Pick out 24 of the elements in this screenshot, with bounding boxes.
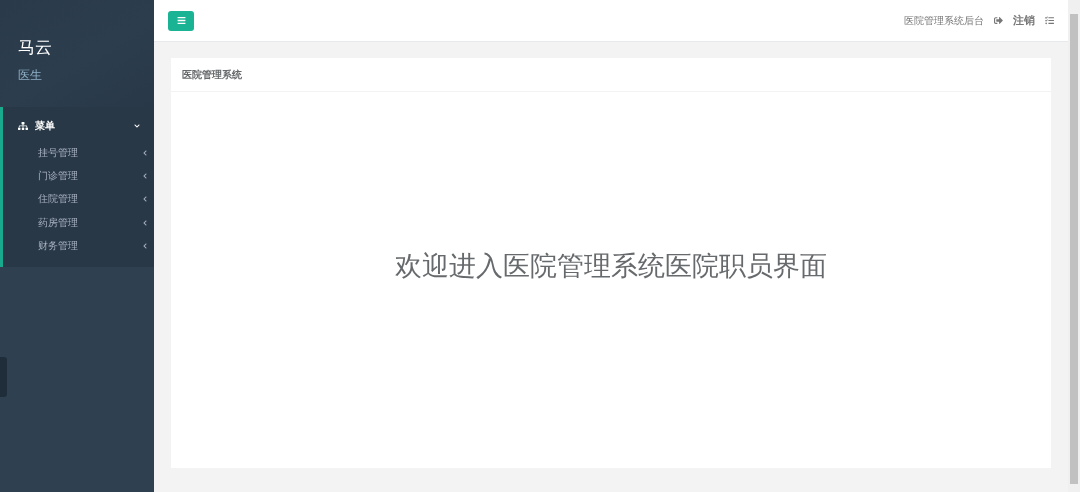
user-role: 医生 bbox=[18, 67, 43, 84]
chevron-left-icon bbox=[142, 196, 148, 203]
tasks-icon[interactable] bbox=[1045, 16, 1054, 25]
menu-header[interactable]: 菜单 bbox=[3, 115, 154, 141]
menu-item[interactable]: 住院管理 bbox=[3, 187, 154, 211]
system-link[interactable]: 医院管理系统后台 bbox=[904, 13, 984, 28]
chevron-left-icon bbox=[142, 149, 148, 156]
logout-link[interactable]: 注销 bbox=[1013, 13, 1035, 28]
chevron-down-icon bbox=[134, 123, 140, 129]
welcome-text: 欢迎进入医院管理系统医院职员界面 bbox=[395, 249, 827, 283]
chevron-left-icon bbox=[142, 172, 148, 179]
sign-out-icon bbox=[994, 16, 1003, 25]
sitemap-icon bbox=[18, 121, 28, 131]
chevron-left-icon bbox=[142, 219, 148, 226]
menu-item[interactable]: 财务管理 bbox=[3, 234, 154, 258]
menu-item[interactable]: 门诊管理 bbox=[3, 164, 154, 188]
menu-toggle-button[interactable] bbox=[168, 10, 194, 31]
user-name: 马云 bbox=[18, 36, 53, 59]
menu-icon bbox=[176, 16, 186, 25]
menu-item[interactable]: 挂号管理 bbox=[3, 141, 154, 165]
panel-title: 医院管理系统 bbox=[171, 58, 1051, 92]
scrollbar[interactable] bbox=[1068, 0, 1080, 492]
chevron-left-icon bbox=[142, 242, 148, 249]
menu-item[interactable]: 药房管理 bbox=[3, 210, 154, 235]
